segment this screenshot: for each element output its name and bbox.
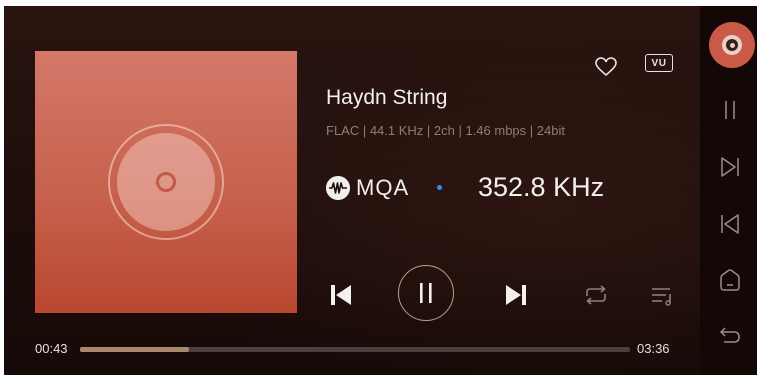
progress-fill — [80, 347, 190, 352]
format-info: FLAC | 44.1 KHz | 2ch | 1.46 mbps | 24bi… — [326, 123, 565, 138]
repeat-icon[interactable] — [583, 284, 609, 306]
disc-icon — [722, 35, 742, 55]
pause-icon[interactable] — [418, 283, 434, 303]
album-cover — [35, 51, 297, 313]
now-playing-disc-button[interactable] — [709, 22, 755, 68]
skip-previous-icon[interactable] — [330, 284, 352, 306]
mqa-logo-icon — [326, 176, 350, 200]
side-next-icon[interactable] — [718, 155, 742, 179]
track-title: Haydn String — [326, 86, 448, 109]
sample-rate: 352.8 KHz — [478, 172, 605, 202]
elapsed-time: 00:43 — [35, 341, 68, 356]
mqa-label: MQA — [356, 175, 410, 200]
heart-icon[interactable] — [594, 57, 618, 77]
side-previous-icon[interactable] — [718, 212, 742, 236]
mqa-status-dot — [437, 185, 442, 190]
side-pause-icon[interactable] — [718, 98, 742, 122]
back-icon[interactable] — [718, 324, 742, 348]
playlist-icon[interactable] — [650, 285, 674, 307]
progress-bar[interactable] — [80, 347, 630, 352]
cover-disc-hub — [156, 172, 176, 192]
system-sidebar — [700, 6, 757, 375]
vu-meter-button[interactable]: VU — [645, 54, 673, 72]
vu-label: VU — [651, 57, 667, 69]
total-time: 03:36 — [637, 341, 670, 356]
home-icon[interactable] — [718, 268, 742, 292]
skip-next-icon[interactable] — [505, 284, 527, 306]
